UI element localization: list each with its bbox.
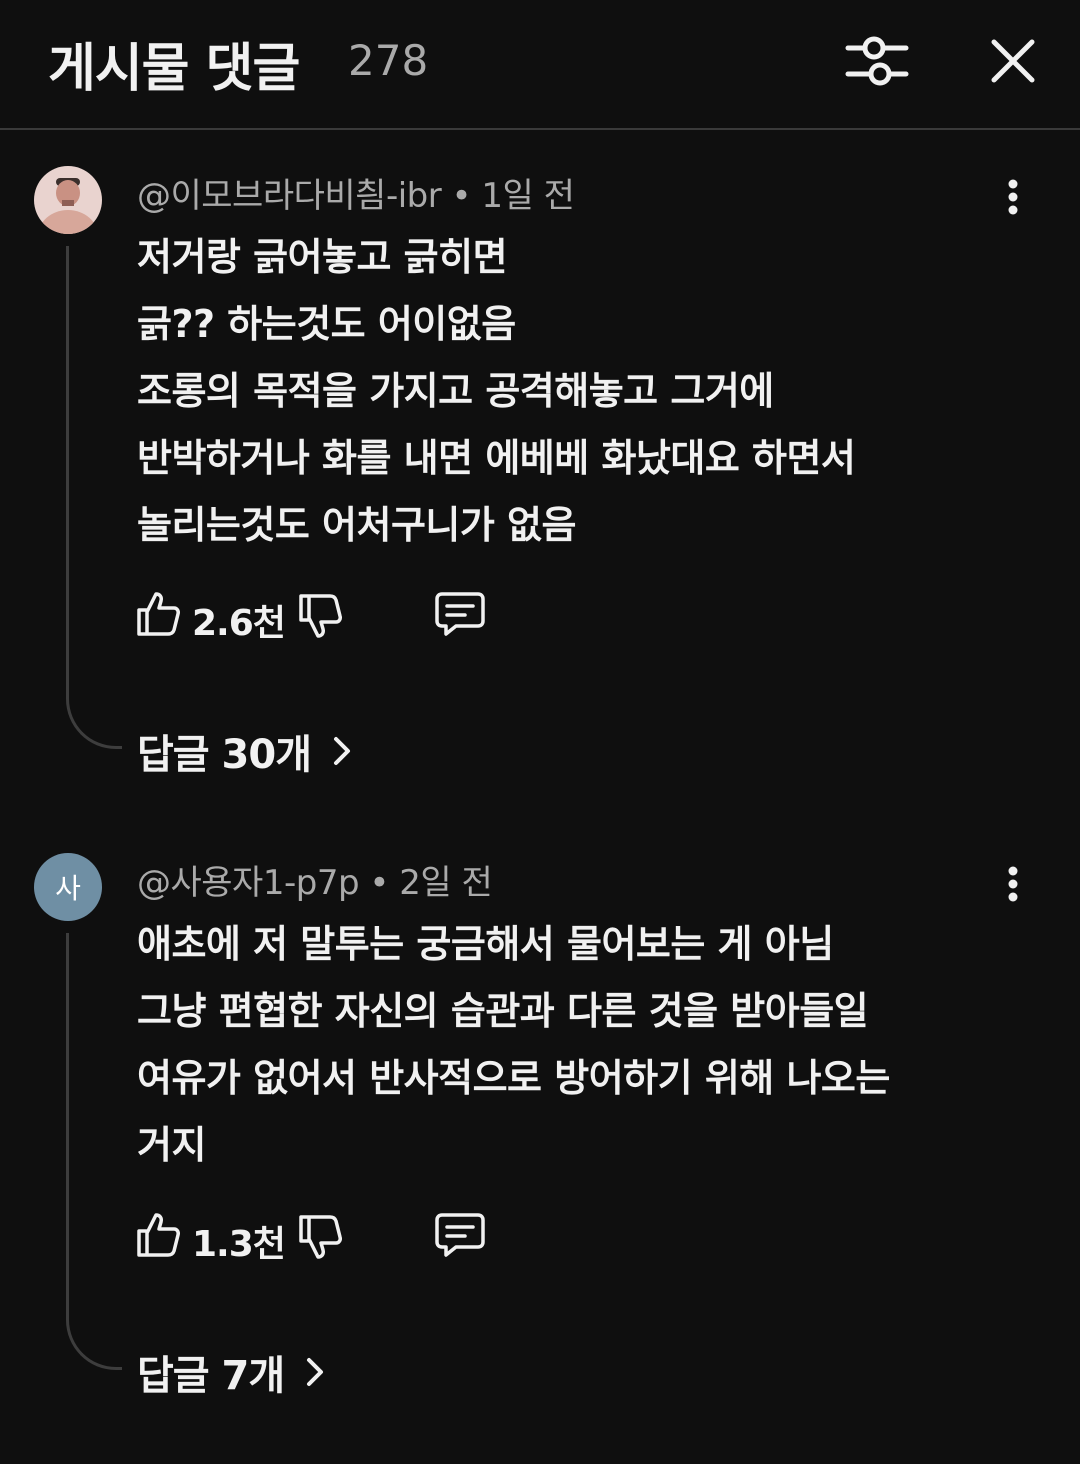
thumbs-up-icon — [137, 592, 180, 636]
filter-button[interactable] — [840, 28, 914, 94]
view-replies-link[interactable]: 답글 7개 — [137, 1343, 327, 1399]
comment-menu-button[interactable] — [996, 865, 1030, 905]
thread-line — [66, 246, 122, 749]
like-button[interactable] — [134, 1211, 182, 1259]
close-icon — [991, 39, 1035, 83]
dislike-button[interactable] — [296, 1213, 344, 1261]
comment-icon — [435, 1213, 485, 1257]
replies-count: 답글 30개 — [137, 732, 312, 778]
close-button[interactable] — [980, 28, 1046, 94]
comments-header: 게시물 댓글 278 — [0, 0, 1080, 130]
meta-separator: • — [359, 863, 400, 903]
comment-time: 2일 전 — [399, 863, 493, 903]
like-count: 2.6천 — [192, 603, 286, 644]
chevron-right-icon — [307, 1358, 324, 1386]
comment-author[interactable]: @사용자1-p7p — [137, 863, 360, 903]
comment-text: 저거랑 긁어놓고 긁히면 긁?? 하는것도 어이없음 조롱의 목적을 가지고 공… — [137, 235, 856, 547]
replies-count: 답글 7개 — [137, 1353, 285, 1399]
more-vertical-icon — [1008, 866, 1018, 902]
reply-button[interactable] — [434, 590, 486, 638]
comment-icon — [435, 592, 485, 636]
reply-button[interactable] — [434, 1211, 486, 1259]
filter-sliders-icon — [845, 36, 909, 86]
header-title: 게시물 댓글 — [48, 39, 300, 99]
avatar[interactable]: 사 — [34, 853, 102, 921]
like-button[interactable] — [134, 590, 182, 638]
thumbs-down-icon — [299, 1215, 342, 1259]
comment-text: 애초에 저 말투는 궁금해서 물어보는 게 아님 그냥 편협한 자신의 습관과 … — [137, 922, 890, 1167]
meta-separator: • — [441, 176, 482, 216]
comment-item: 사 @사용자1-p7p • 2일 전 애초에 저 말투는 궁금해서 물어보는 게… — [0, 853, 1080, 1413]
thumbs-down-icon — [299, 594, 342, 638]
like-count: 1.3천 — [192, 1224, 286, 1265]
view-replies-link[interactable]: 답글 30개 — [137, 722, 354, 778]
dislike-button[interactable] — [296, 592, 344, 640]
chevron-right-icon — [334, 737, 351, 765]
avatar-photo — [34, 166, 102, 234]
comment-menu-button[interactable] — [996, 178, 1030, 218]
comment-count: 278 — [348, 36, 429, 85]
avatar-letter: 사 — [55, 872, 81, 905]
comment-time: 1일 전 — [481, 176, 575, 216]
avatar[interactable] — [34, 166, 102, 234]
comment-item: @이모브라다비칌-ibr • 1일 전 저거랑 긁어놓고 긁히면 긁?? 하는것… — [0, 166, 1080, 786]
comment-author[interactable]: @이모브라다비칌-ibr — [137, 176, 442, 216]
thread-line — [66, 933, 122, 1370]
comment-meta: @이모브라다비칌-ibr • 1일 전 — [137, 168, 575, 217]
more-vertical-icon — [1008, 179, 1018, 215]
comment-meta: @사용자1-p7p • 2일 전 — [137, 855, 493, 904]
thumbs-up-icon — [137, 1213, 180, 1257]
